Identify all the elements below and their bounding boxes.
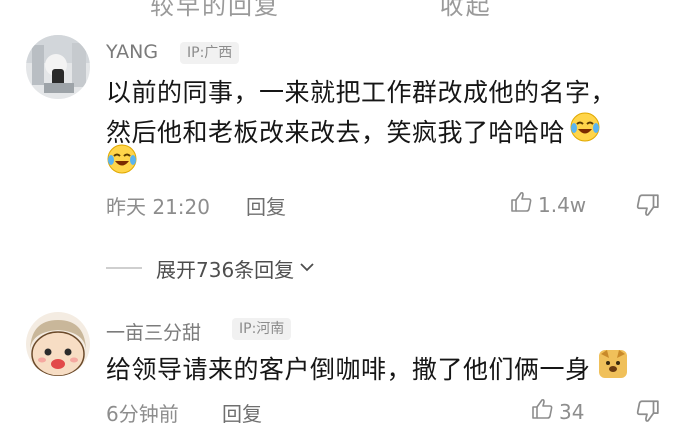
- avatar-yimu-sanfentian[interactable]: [26, 312, 90, 376]
- laugh-cry-emoji-icon: [569, 111, 601, 153]
- expand-replies-label: 展开736条回复: [156, 258, 295, 282]
- previous-reply-left: 较早的回复: [150, 0, 280, 20]
- comment-2-dislike-button[interactable]: [634, 398, 660, 428]
- thumb-down-icon: [634, 194, 660, 222]
- comment-1-line-1: 以前的同事，一来就把工作群改成他的名字，: [106, 78, 617, 107]
- comment-2-like-button[interactable]: 34: [531, 397, 584, 426]
- comment-1-username[interactable]: YANG: [106, 41, 158, 63]
- cartoon-avatar-icon: [26, 312, 90, 376]
- thumb-up-icon: [531, 397, 555, 426]
- avatar-yang[interactable]: [26, 35, 90, 99]
- expand-divider: [106, 267, 142, 269]
- comment-1-like-count: 1.4w: [538, 192, 587, 217]
- comment-1-reply-button[interactable]: 回复: [246, 191, 286, 220]
- comment-1-dislike-button[interactable]: [634, 192, 660, 222]
- comment-2-like-count: 34: [559, 399, 585, 424]
- comment-2-time: 6分钟前: [106, 402, 179, 426]
- comment-2-reply-button[interactable]: 回复: [222, 398, 262, 427]
- comment-2-username[interactable]: 一亩三分甜: [106, 318, 201, 345]
- comment-1-ip-badge: IP:广西: [180, 42, 240, 64]
- avatar-photo-icon: [26, 35, 90, 99]
- laugh-cry-emoji-icon: [106, 143, 138, 179]
- previous-reply-partial: 较早的回复 收起: [150, 0, 492, 21]
- comment-1-time: 昨天 21:20: [106, 195, 210, 219]
- comment-1-like-button[interactable]: 1.4w: [510, 190, 586, 219]
- thumb-down-icon: [634, 400, 660, 428]
- previous-reply-right: 收起: [439, 0, 492, 20]
- comment-1-text: 以前的同事，一来就把工作群改成他的名字， 然后他和老板改来改去，笑疯我了哈哈哈: [106, 74, 686, 153]
- dog-emoji-icon: [597, 348, 629, 390]
- comment-1-line-2: 然后他和老板改来改去，笑疯我了哈哈哈: [106, 117, 566, 147]
- chevron-down-icon: [298, 257, 316, 281]
- thumb-up-icon: [510, 190, 534, 219]
- comment-2-text: 给领导请来的客户倒咖啡，撒了他们俩一身: [106, 348, 686, 390]
- expand-replies-button[interactable]: 展开736条回复: [156, 254, 316, 283]
- comment-2-ip-badge: IP:河南: [232, 318, 292, 340]
- comment-2-line-1: 给领导请来的客户倒咖啡，撒了他们俩一身: [106, 354, 591, 384]
